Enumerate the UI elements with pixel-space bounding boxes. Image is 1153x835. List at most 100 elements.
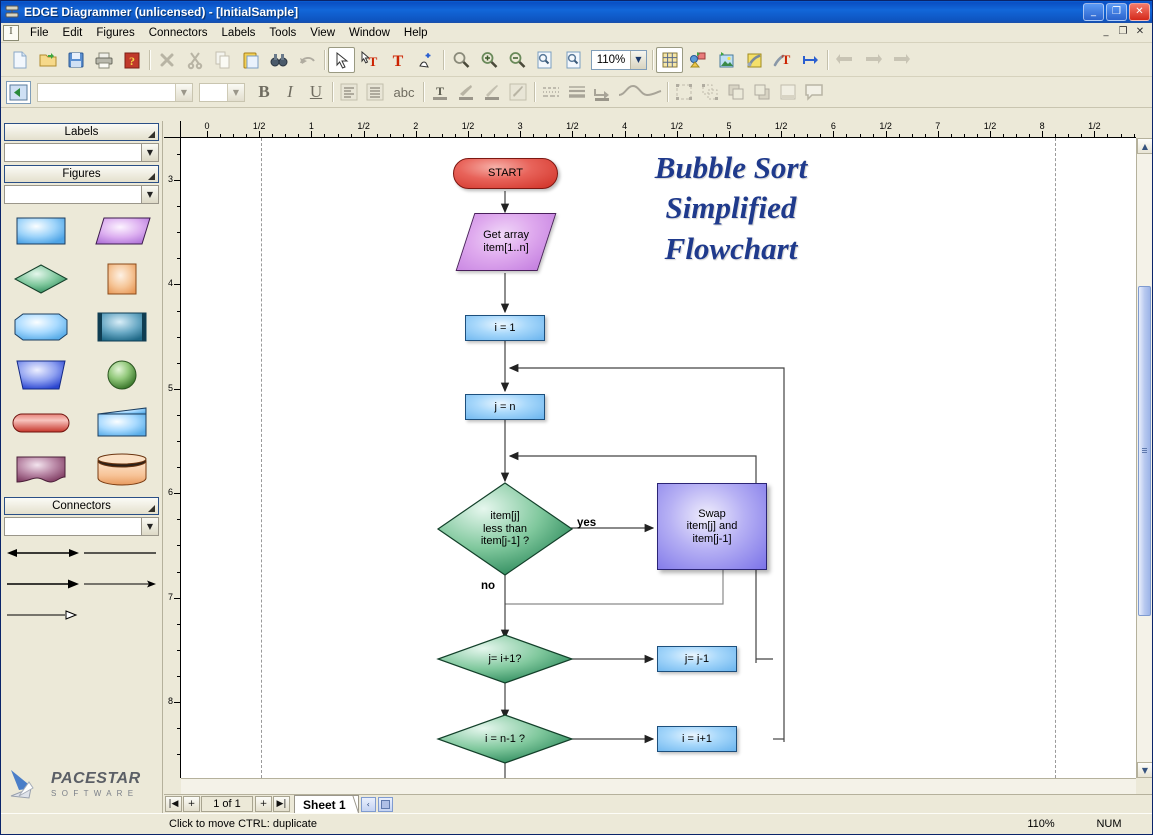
shape-cylinder-orange[interactable] [90, 453, 154, 489]
zoom-fit-icon[interactable] [559, 47, 586, 73]
zoom-in-icon[interactable] [475, 47, 502, 73]
shape-circle-green[interactable] [90, 357, 154, 393]
diagram-title[interactable]: Bubble Sort Simplified Flowchart [591, 148, 871, 269]
horizontal-ruler[interactable]: 0 1/2 1 1/2 2 1/2 3 1/2 4 1/2 5 1/2 6 1/2 7 1/2 8 1/2 [181, 121, 1136, 138]
mdi-restore-button[interactable]: ❐ [1115, 25, 1131, 40]
save-disk-icon[interactable] [62, 47, 89, 73]
send-backward-icon[interactable] [831, 47, 858, 73]
menu-file[interactable]: File [23, 25, 56, 41]
chevron-down-icon[interactable]: ▼ [630, 50, 646, 69]
image-properties-icon[interactable] [712, 47, 739, 73]
point-edit-icon[interactable] [412, 47, 439, 73]
line-style-dotted-icon[interactable] [538, 80, 564, 104]
settings-wrench-icon[interactable] [740, 47, 767, 73]
insert-text-icon[interactable]: T [384, 47, 411, 73]
menu-edit[interactable]: Edit [56, 25, 90, 41]
connector-single-arrow[interactable] [7, 578, 80, 593]
cut-scissors-icon[interactable] [181, 47, 208, 73]
zoom-out-icon[interactable] [503, 47, 530, 73]
italic-button[interactable]: I [277, 80, 303, 104]
shape-slanted-rect-blue[interactable] [90, 405, 154, 441]
scroll-down-arrow-icon[interactable]: ▼ [1137, 762, 1152, 778]
zoom-level-combo[interactable]: 110% ▼ [591, 49, 647, 70]
figure-properties-icon[interactable] [684, 47, 711, 73]
send-to-back-icon[interactable] [749, 80, 775, 104]
canvas-horizontal-scrollbar[interactable] [181, 778, 1136, 794]
zoom-page-icon[interactable] [531, 47, 558, 73]
bring-front-icon[interactable] [887, 47, 914, 73]
zoom-tool-icon[interactable] [447, 47, 474, 73]
node-i-equals-n-minus-1-decision[interactable]: i = n-1 ? [436, 714, 574, 764]
menu-connectors[interactable]: Connectors [142, 25, 215, 41]
connector-plain-line[interactable] [83, 547, 156, 562]
vertical-ruler[interactable]: 3 4 5 6 7 8 [164, 138, 181, 778]
chevron-down-icon[interactable]: ▼ [141, 518, 158, 535]
node-j-equals-i-plus-1-decision[interactable]: j= i+1? [436, 634, 574, 684]
print-icon[interactable] [90, 47, 117, 73]
connectors-combo[interactable]: ▼ [4, 517, 159, 536]
shape-document-purple[interactable] [9, 453, 73, 489]
diagram-page[interactable]: Bubble Sort Simplified Flowchart START G… [181, 138, 1136, 778]
node-j-equals-n[interactable]: j = n [465, 394, 545, 420]
text-select-icon[interactable]: T [356, 47, 383, 73]
node-i-equals-1[interactable]: i = 1 [465, 315, 545, 341]
align-left-icon[interactable] [336, 80, 362, 104]
shape-process-rectangle[interactable] [9, 213, 73, 249]
document-icon[interactable] [3, 24, 19, 41]
shape-preparation-hexagon[interactable] [9, 309, 73, 345]
bold-button[interactable]: B [251, 80, 277, 104]
shape-box-3d-teal[interactable] [90, 309, 154, 345]
new-document-icon[interactable] [6, 47, 33, 73]
indent-panel-icon[interactable] [6, 80, 31, 104]
line-color-icon[interactable] [479, 80, 505, 104]
scroll-up-arrow-icon[interactable]: ▲ [1137, 138, 1152, 154]
vertical-scroll-thumb[interactable] [1138, 286, 1151, 616]
delete-x-icon[interactable] [153, 47, 180, 73]
find-binoculars-icon[interactable] [265, 47, 292, 73]
undo-arrow-icon[interactable] [293, 47, 320, 73]
bring-forward-icon[interactable] [859, 47, 886, 73]
minimize-button[interactable]: _ [1083, 3, 1104, 21]
chevron-down-icon[interactable]: ▼ [175, 83, 192, 101]
shape-square-orange[interactable] [90, 261, 154, 297]
new-layer-icon[interactable] [775, 80, 801, 104]
connector-thin-arrow[interactable] [83, 578, 156, 593]
chevron-down-icon[interactable]: ▼ [141, 144, 158, 161]
curve-style-icon[interactable] [616, 80, 664, 104]
node-compare-decision[interactable]: item[j] less than item[j-1] ? [436, 482, 574, 576]
text-tool-icon[interactable]: T [768, 47, 795, 73]
menu-labels[interactable]: Labels [215, 25, 263, 41]
paste-clipboard-icon[interactable] [237, 47, 264, 73]
canvas-vertical-scrollbar[interactable]: ▲ ▼ [1136, 138, 1152, 778]
sheet-scroll-box-button[interactable] [377, 796, 393, 812]
grid-icon[interactable] [656, 46, 683, 73]
chevron-down-icon[interactable]: ▼ [227, 83, 244, 101]
mdi-close-button[interactable]: ✕ [1132, 25, 1148, 40]
underline-button[interactable]: U [303, 80, 329, 104]
help-book-icon[interactable]: ? [118, 47, 145, 73]
shadow-color-icon[interactable] [505, 80, 531, 104]
menu-view[interactable]: View [303, 25, 342, 41]
last-page-button[interactable]: ▶| [273, 796, 290, 812]
text-color-icon[interactable]: T [427, 80, 453, 104]
shape-trapezoid-blue[interactable] [9, 357, 73, 393]
sheet-tab-sheet-1[interactable]: Sheet 1 [294, 795, 359, 813]
ungroup-icon[interactable] [697, 80, 723, 104]
chevron-down-icon[interactable]: ▼ [141, 186, 158, 203]
node-i-equals-i-plus-1[interactable]: i = i+1 [657, 726, 737, 752]
add-page-after-button[interactable]: + [255, 796, 272, 812]
shape-terminator-red[interactable] [9, 405, 73, 441]
node-j-equals-j-minus-1[interactable]: j= j-1 [657, 646, 737, 672]
align-justify-icon[interactable] [362, 80, 388, 104]
sidebar-section-connectors[interactable]: Connectors [4, 497, 159, 515]
arrow-style-icon[interactable] [590, 80, 616, 104]
figures-combo[interactable]: ▼ [4, 185, 159, 204]
comment-balloon-icon[interactable] [801, 80, 827, 104]
line-weight-icon[interactable] [564, 80, 590, 104]
font-name-combo[interactable]: ▼ [37, 82, 193, 102]
font-size-combo[interactable]: ▼ [199, 82, 245, 102]
fill-color-icon[interactable] [453, 80, 479, 104]
close-button[interactable]: ✕ [1129, 3, 1150, 21]
bring-to-front-icon[interactable] [723, 80, 749, 104]
node-swap[interactable]: Swap item[j] and item[j-1] [657, 483, 767, 570]
